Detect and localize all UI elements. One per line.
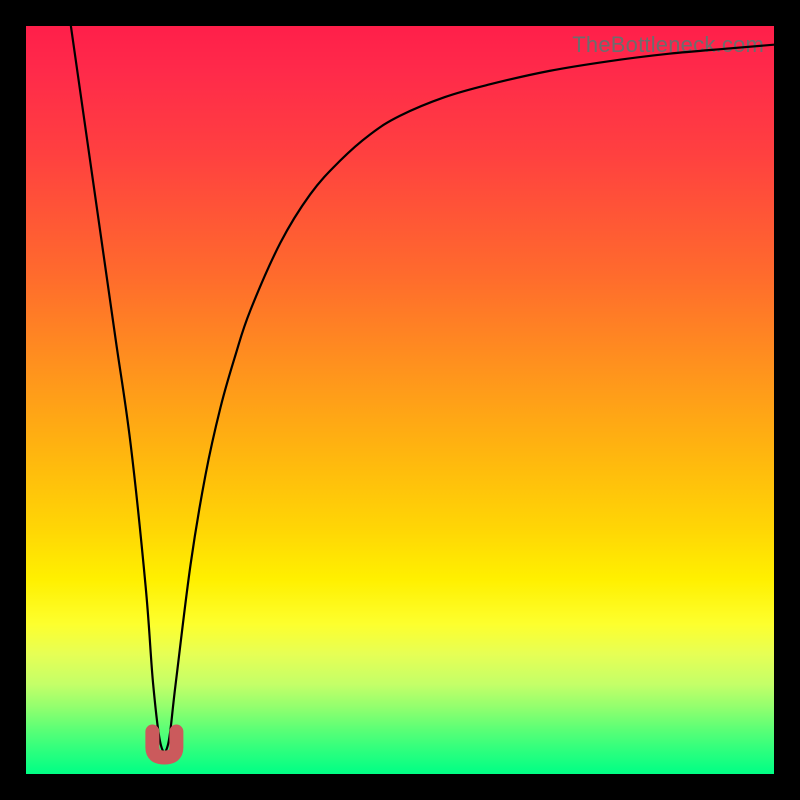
watermark-text: TheBottleneck.com (572, 32, 764, 58)
chart-frame: TheBottleneck.com (0, 0, 800, 800)
chart-plot-area: TheBottleneck.com (26, 26, 774, 774)
minimum-marker (152, 732, 176, 758)
chart-curve-layer (26, 26, 774, 774)
bottleneck-curve (71, 26, 774, 752)
